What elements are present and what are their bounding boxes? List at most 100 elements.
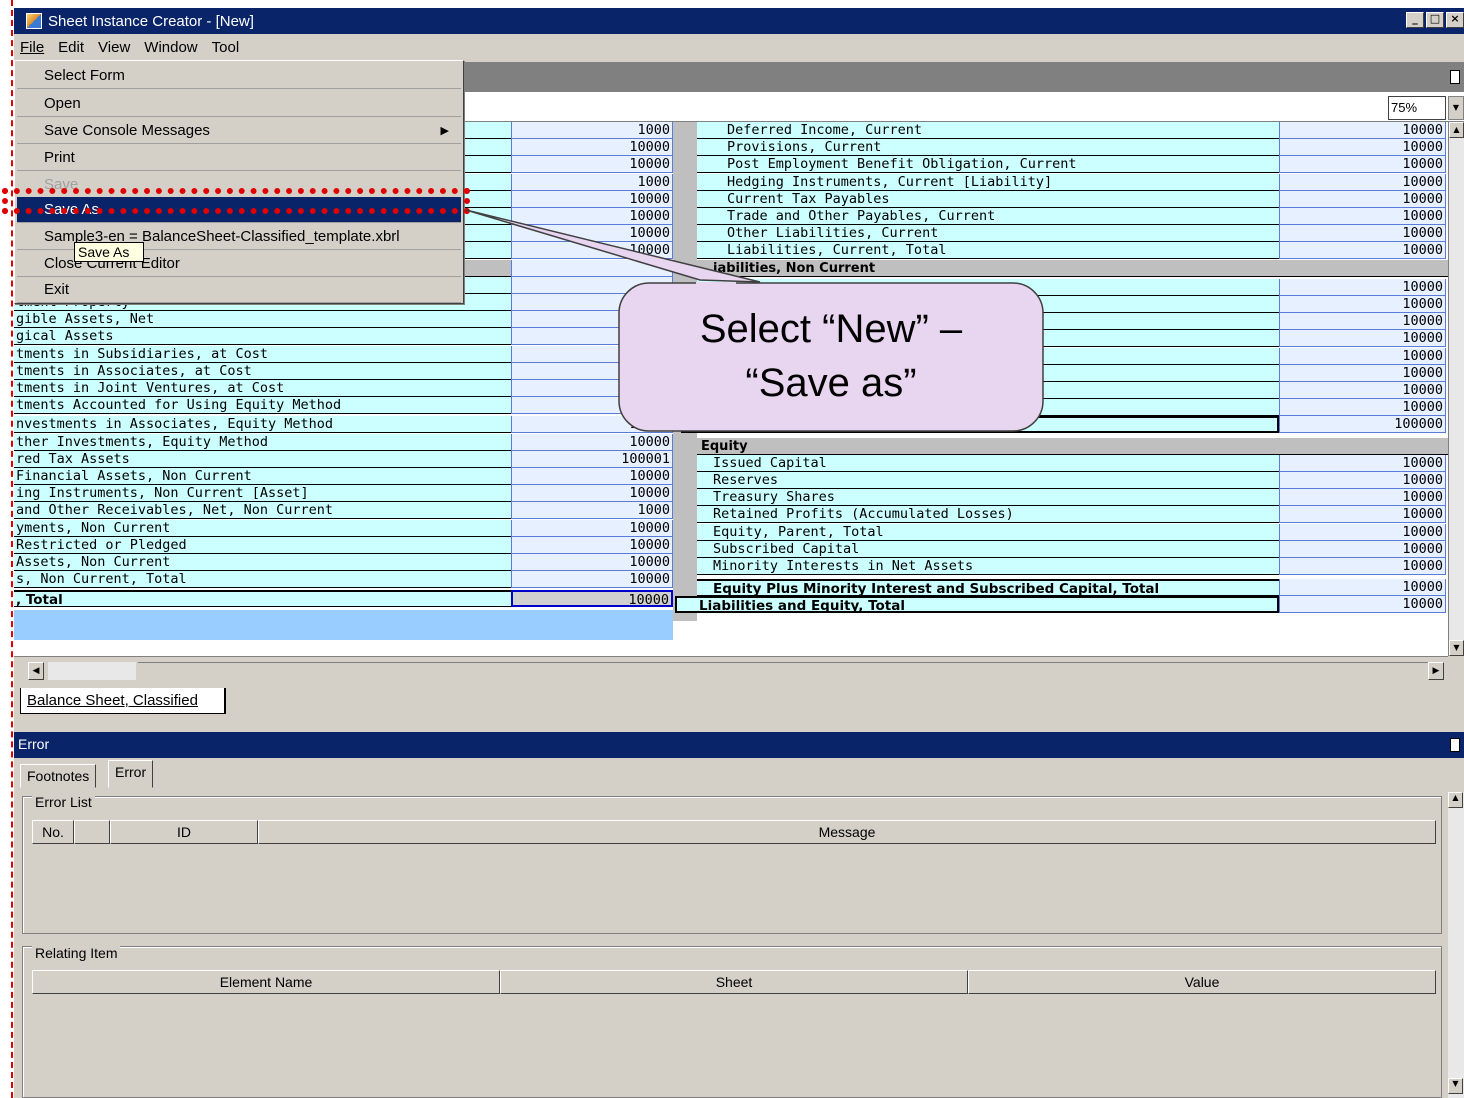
- error-scroll-up-icon[interactable]: ▲: [1448, 792, 1463, 808]
- row-label-right: Provisions, Current: [697, 139, 1279, 157]
- tab-error[interactable]: Error: [108, 760, 154, 788]
- column-header-id[interactable]: ID: [110, 820, 258, 844]
- value-cell[interactable]: 10000: [1279, 225, 1446, 243]
- menu-item-open[interactable]: Open: [17, 91, 461, 117]
- value-cell[interactable]: 10000: [1279, 347, 1446, 365]
- value-cell[interactable]: 10000: [1279, 579, 1446, 597]
- value-cell[interactable]: 10000: [511, 554, 673, 571]
- value-cell[interactable]: 1000: [511, 173, 673, 191]
- value-cell[interactable]: 10000: [511, 536, 673, 554]
- value-cell[interactable]: 10000: [1279, 190, 1446, 208]
- row-label-left: , Total: [14, 590, 511, 608]
- value-cell[interactable]: 10000: [511, 590, 673, 608]
- value-cell[interactable]: 10000: [1279, 278, 1446, 296]
- relating-item-group: [22, 946, 1442, 1098]
- menu-view[interactable]: View: [98, 39, 130, 56]
- value-cell[interactable]: 10000: [1279, 330, 1446, 348]
- value-cell[interactable]: 10000: [1279, 540, 1446, 558]
- error-panel-title: Error: [14, 732, 1464, 758]
- row-label-left: gical Assets: [14, 328, 511, 346]
- row-label-right: Hedging Instruments, Current [Liability]: [697, 173, 1279, 191]
- value-cell[interactable]: 10000: [1279, 558, 1446, 575]
- value-cell[interactable]: 10000: [1279, 173, 1446, 191]
- value-cell[interactable]: 10000: [1279, 472, 1446, 489]
- sheet-horizontal-scrollbar[interactable]: ◀ ▶: [14, 656, 1448, 684]
- menu-item-save-console-messages[interactable]: Save Console Messages ▶: [17, 118, 461, 144]
- scroll-down-icon[interactable]: ▼: [1449, 640, 1464, 656]
- scroll-right-icon[interactable]: ▶: [1428, 662, 1444, 680]
- row-label-left: Assets, Non Current: [14, 554, 511, 571]
- callout-line-2: “Save as”: [745, 361, 917, 405]
- menu-item-exit[interactable]: Exit: [17, 277, 461, 303]
- value-cell[interactable]: 10000: [1279, 489, 1446, 507]
- zoom-dropdown-icon[interactable]: ▼: [1448, 96, 1464, 120]
- value-cell[interactable]: 10000: [1279, 313, 1446, 331]
- scroll-left-icon[interactable]: ◀: [28, 662, 44, 680]
- close-button[interactable]: ×: [1446, 12, 1464, 28]
- error-scroll-down-icon[interactable]: ▼: [1448, 1078, 1463, 1094]
- maximize-button[interactable]: □: [1426, 12, 1444, 28]
- value-cell[interactable]: 1000: [511, 502, 673, 520]
- value-cell[interactable]: 10000: [511, 519, 673, 537]
- menu-tool[interactable]: Tool: [212, 39, 240, 56]
- zoom-select[interactable]: 75%: [1388, 96, 1446, 120]
- sheet-vertical-scrollbar[interactable]: ▲ ▼: [1448, 122, 1464, 656]
- row-label-left: tments in Subsidiaries, at Cost: [14, 345, 511, 363]
- value-cell[interactable]: 10000: [1279, 399, 1446, 417]
- tab-footnotes[interactable]: Footnotes: [20, 764, 97, 788]
- value-cell[interactable]: 10000: [1279, 382, 1446, 399]
- value-cell[interactable]: 10000: [1279, 454, 1446, 472]
- callout-text: Select “New” – “Save as”: [618, 302, 1044, 410]
- column-header-value[interactable]: Value: [968, 970, 1436, 994]
- value-cell[interactable]: 10000: [511, 485, 673, 503]
- value-cell[interactable]: 10000: [1279, 364, 1446, 382]
- menu-item-print[interactable]: Print: [17, 145, 461, 171]
- value-cell[interactable]: 10000: [511, 156, 673, 174]
- menu-item-label: Save Console Messages: [44, 122, 210, 139]
- column-header-element-name[interactable]: Element Name: [32, 970, 500, 994]
- column-header-no[interactable]: No.: [32, 820, 74, 844]
- value-cell[interactable]: 10000: [1279, 242, 1446, 260]
- column-header-message[interactable]: Message: [258, 820, 1436, 844]
- row-label-right: Retained Profits (Accumulated Losses): [697, 506, 1279, 524]
- value-cell[interactable]: 1000: [511, 122, 673, 139]
- app-icon: [26, 13, 42, 29]
- value-cell[interactable]: 10000: [1279, 156, 1446, 174]
- menu-file[interactable]: File: [20, 39, 44, 56]
- error-panel-scrollbar[interactable]: ▲ ▼: [1448, 792, 1464, 1098]
- value-cell[interactable]: 10000: [1279, 506, 1446, 524]
- value-cell[interactable]: 10000: [1279, 208, 1446, 225]
- value-cell[interactable]: 10000: [1279, 523, 1446, 541]
- scroll-thumb[interactable]: [48, 662, 136, 680]
- value-cell[interactable]: 10000: [511, 139, 673, 157]
- menu-item-label: Print: [44, 149, 75, 166]
- editor-restore-button[interactable]: [1450, 70, 1460, 84]
- scroll-track[interactable]: [138, 662, 1428, 680]
- relating-item-legend: Relating Item: [32, 945, 121, 961]
- row-label-right: Equity, Parent, Total: [697, 523, 1279, 541]
- value-cell[interactable]: 10000: [511, 468, 673, 485]
- sheet-tab-balance-sheet[interactable]: Balance Sheet, Classified: [20, 688, 226, 714]
- row-label-left: tments Accounted for Using Equity Method: [14, 397, 511, 415]
- callout-line-1: Select “New” –: [699, 307, 963, 351]
- menu-item-select-form[interactable]: Select Form: [17, 63, 461, 89]
- value-cell[interactable]: 10000: [1279, 596, 1446, 614]
- grid-filler: [14, 609, 673, 640]
- column-header-sheet[interactable]: Sheet: [500, 970, 968, 994]
- menu-window[interactable]: Window: [144, 39, 197, 56]
- scroll-up-icon[interactable]: ▲: [1449, 122, 1464, 138]
- value-cell[interactable]: 10000: [1279, 139, 1446, 157]
- menu-bar: File Edit View Window Tool: [14, 34, 1464, 60]
- value-cell[interactable]: 10000: [1279, 122, 1446, 139]
- value-cell[interactable]: 10000: [511, 571, 673, 589]
- value-cell[interactable]: 100000: [1279, 416, 1446, 434]
- menu-edit[interactable]: Edit: [58, 39, 84, 56]
- slide-left-margin: [0, 0, 13, 1098]
- column-header-blank[interactable]: [74, 820, 110, 844]
- value-cell[interactable]: 10000: [1279, 296, 1446, 313]
- error-panel-title-text: Error: [18, 736, 50, 752]
- value-cell[interactable]: 100001: [511, 450, 673, 468]
- error-panel-restore-button[interactable]: [1450, 738, 1460, 752]
- row-label-right: Liabilities and Equity, Total: [675, 596, 1279, 614]
- minimize-button[interactable]: _: [1406, 12, 1424, 28]
